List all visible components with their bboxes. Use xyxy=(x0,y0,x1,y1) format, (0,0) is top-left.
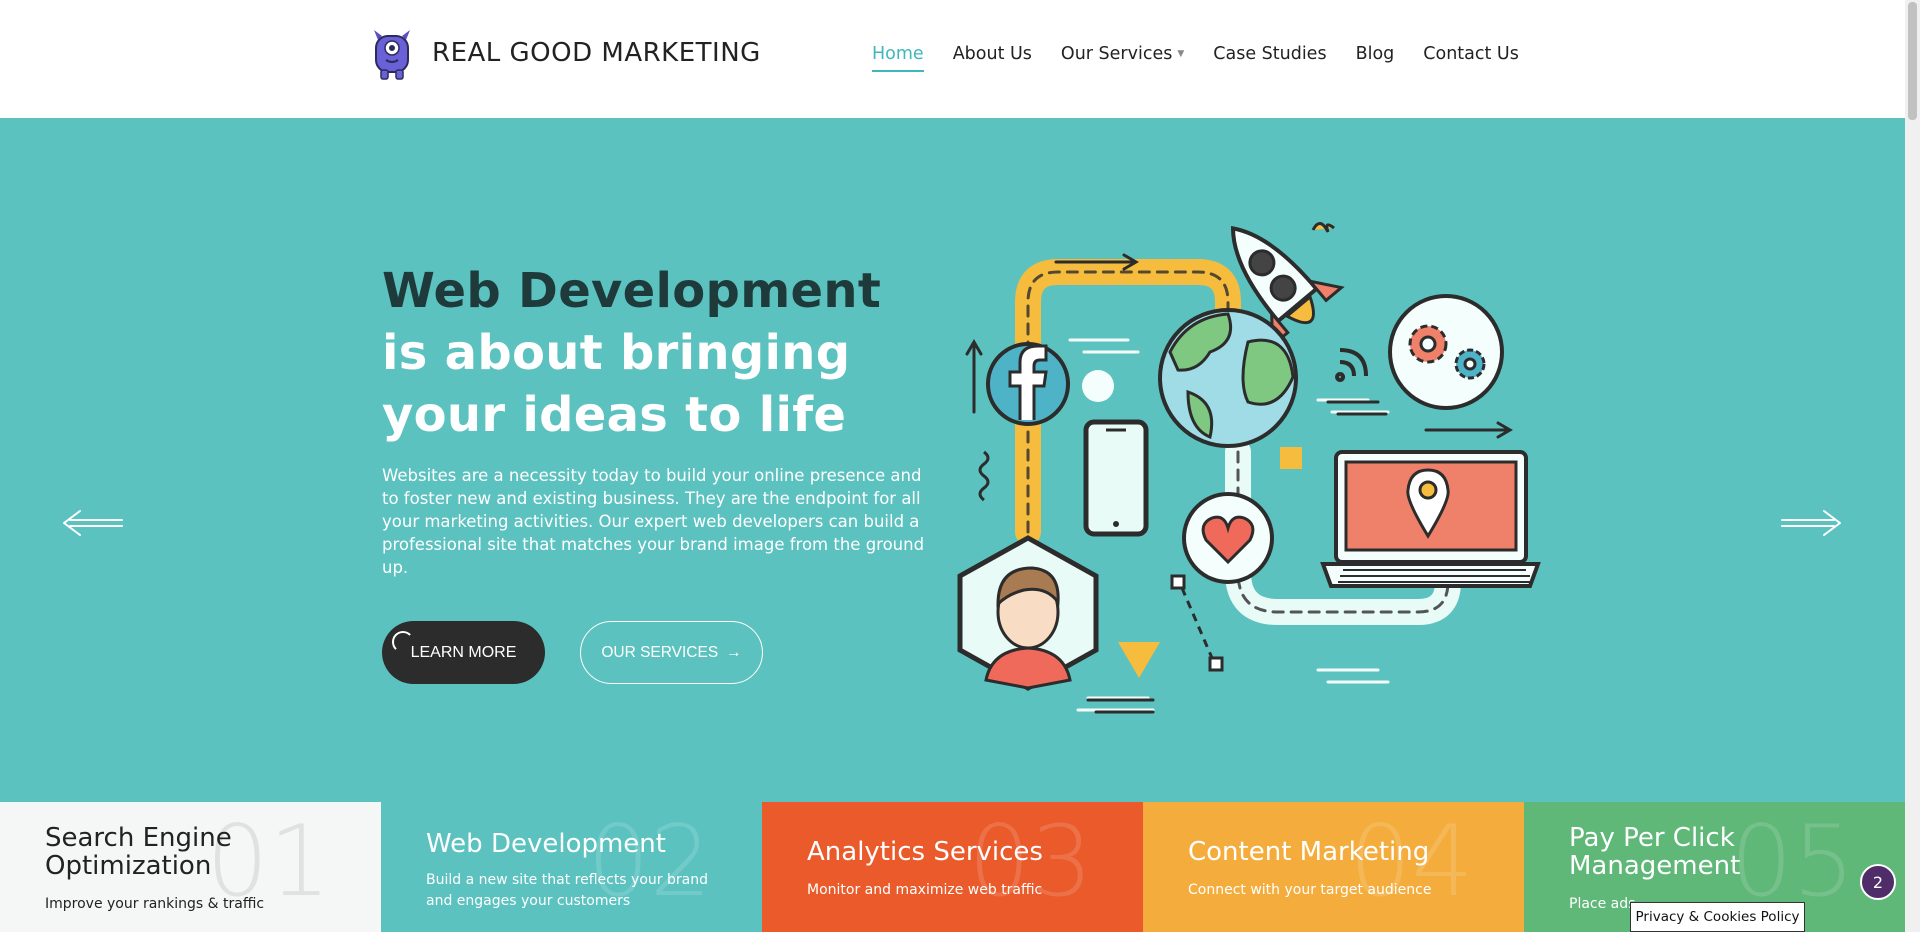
scrollbar-thumb[interactable] xyxy=(1908,2,1917,120)
tile-subtitle: Build a new site that reflects your bran… xyxy=(426,872,708,909)
learn-more-button[interactable]: LEARN MORE xyxy=(382,621,545,684)
loading-spinner-icon xyxy=(392,631,414,653)
nav-case-studies-label: Case Studies xyxy=(1213,44,1327,64)
hero-title-rest: is about bringing your ideas to life xyxy=(382,325,851,443)
tile-title: Content Marketing xyxy=(1188,837,1430,867)
chat-notification-badge[interactable]: 2 xyxy=(1860,864,1896,900)
monster-mascot-icon[interactable] xyxy=(370,28,414,80)
tile-title: Web Development xyxy=(426,829,666,859)
nav-home-label: Home xyxy=(872,44,924,64)
hero-description: Websites are a necessity today to build … xyxy=(382,466,925,577)
tile-web-development[interactable]: 02 Web Development Build a new site that… xyxy=(381,802,762,932)
nav-our-services[interactable]: Our Services ▼ xyxy=(1061,44,1184,72)
nav-contact-us[interactable]: Contact Us xyxy=(1423,44,1519,72)
arrow-right-small-icon: → xyxy=(726,643,742,661)
nav-home[interactable]: Home xyxy=(872,44,924,72)
tile-subtitle: Connect with your target audience xyxy=(1188,882,1432,898)
tile-analytics-services[interactable]: 03 Analytics Services Monitor and maximi… xyxy=(762,802,1143,932)
our-services-button[interactable]: OUR SERVICES → xyxy=(580,621,763,684)
slider-next-arrow-icon[interactable] xyxy=(1780,508,1844,538)
nav-our-services-label: Our Services xyxy=(1060,44,1173,64)
tile-seo[interactable]: 01 Search Engine Optimization Improve yo… xyxy=(0,802,381,932)
services-tiles: 01 Search Engine Optimization Improve yo… xyxy=(0,802,1905,932)
nav-case-studies[interactable]: Case Studies xyxy=(1213,44,1326,72)
site-header: REAL GOOD MARKETING Home About Us Our Se… xyxy=(0,0,1905,118)
privacy-cookies-link[interactable]: Privacy & Cookies Policy xyxy=(1630,902,1805,932)
chevron-down-icon: ▼ xyxy=(1177,49,1185,59)
tile-title: Analytics Services xyxy=(807,837,1043,867)
slider-prev-arrow-icon[interactable] xyxy=(60,508,124,538)
tile-subtitle: Improve your rankings & traffic xyxy=(45,896,265,912)
our-services-label: OUR SERVICES xyxy=(601,643,719,661)
tile-subtitle: Monitor and maximize web traffic xyxy=(807,882,1043,898)
nav-about-us-label: About Us xyxy=(952,44,1032,64)
nav-blog-label: Blog xyxy=(1355,44,1395,64)
tile-content-marketing[interactable]: 04 Content Marketing Connect with your t… xyxy=(1143,802,1524,932)
learn-more-label: LEARN MORE xyxy=(410,643,517,661)
tile-title: Search Engine Optimization xyxy=(45,823,232,881)
web-development-illustration xyxy=(957,222,1541,714)
page-scrollbar[interactable] xyxy=(1905,0,1920,932)
hero-title-highlight: Web Development xyxy=(382,263,882,319)
nav-blog[interactable]: Blog xyxy=(1356,44,1395,72)
hero-title: Web Development is about bringing your i… xyxy=(382,260,942,446)
tile-title: Pay Per Click Management xyxy=(1569,823,1741,881)
main-nav: Home About Us Our Services ▼ Case Studies… xyxy=(872,44,1548,72)
brand-name[interactable]: REAL GOOD MARKETING xyxy=(432,38,761,68)
nav-about-us[interactable]: About Us xyxy=(953,44,1032,72)
nav-contact-us-label: Contact Us xyxy=(1423,44,1519,64)
hero-slider: Web Development is about bringing your i… xyxy=(0,118,1905,802)
